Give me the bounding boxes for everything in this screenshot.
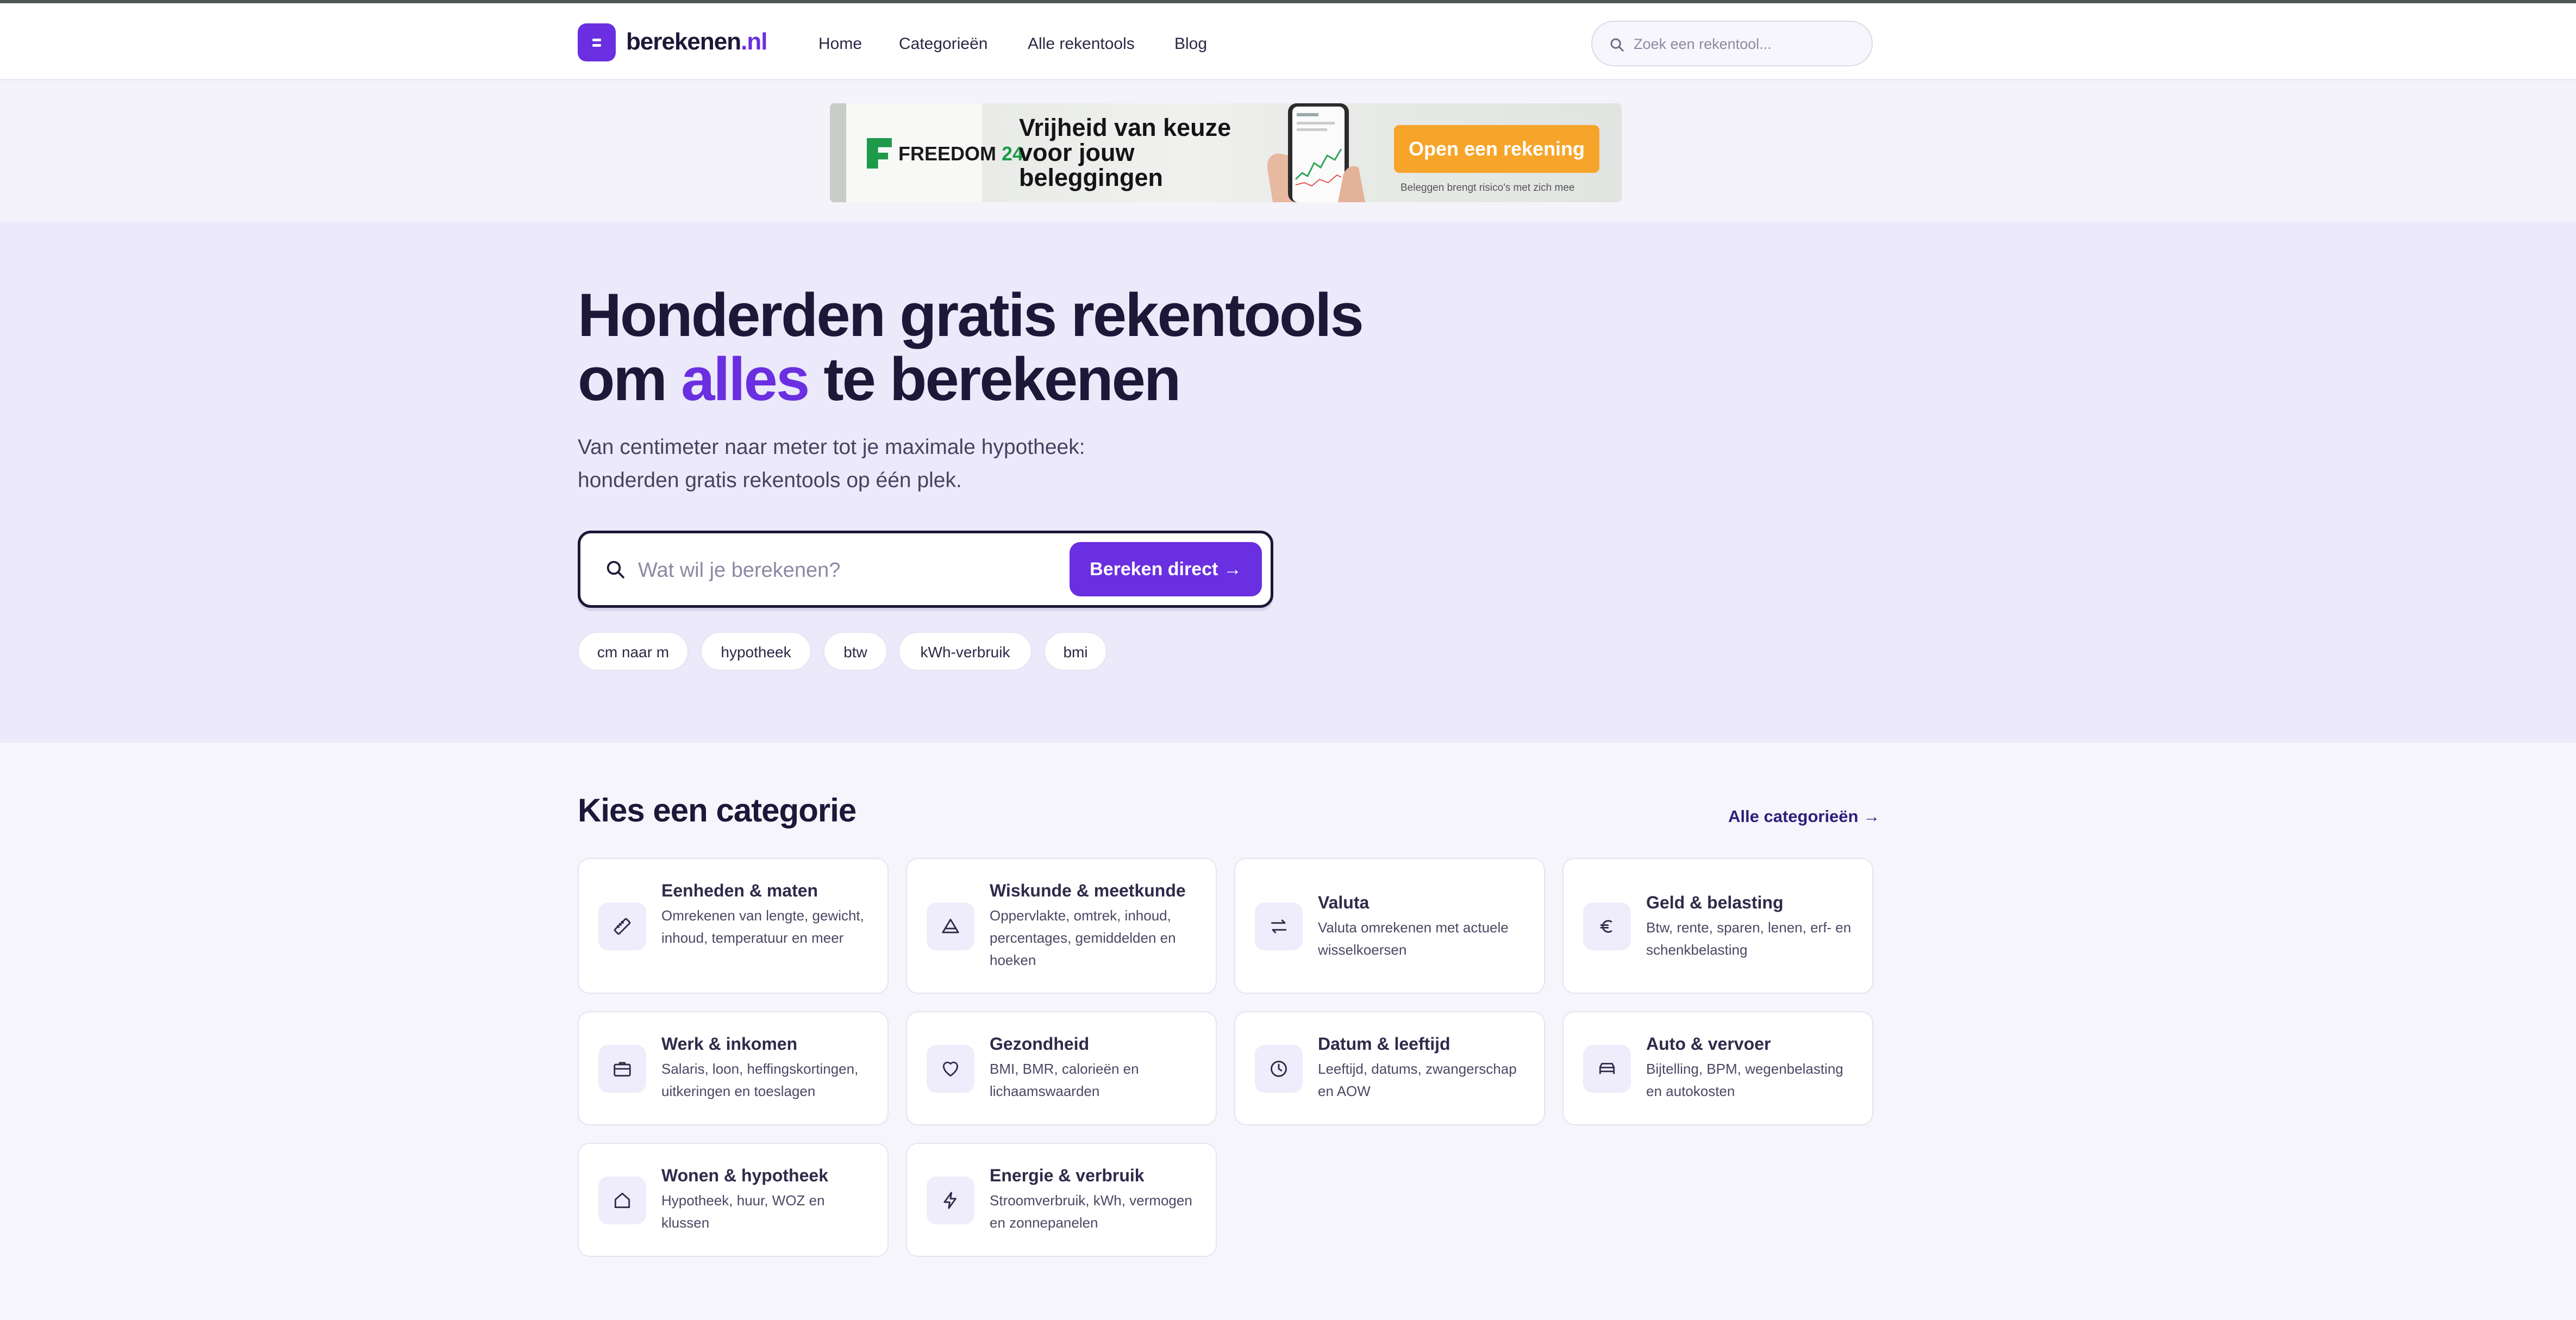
search-icon — [604, 558, 626, 583]
category-desc: Stroomverbruik, kWh, vermogen en zonnepa… — [990, 1192, 1192, 1231]
hero-subtitle-line2: honderden gratis rekentools op één plek. — [578, 469, 962, 492]
triangle-icon — [927, 902, 974, 950]
lightning-icon — [927, 1176, 974, 1224]
categories-title: Kies een categorie — [578, 792, 856, 829]
category-card-health[interactable]: Gezondheid BMI, BMR, calorieën en lichaa… — [906, 1011, 1217, 1125]
ad-brand: FREEDOM 24 — [898, 142, 1023, 165]
logo-icon[interactable] — [578, 23, 616, 61]
category-title: Datum & leeftijd — [1318, 1034, 1450, 1054]
phone-hand-image — [1262, 103, 1371, 202]
clock-icon — [1255, 1045, 1303, 1093]
car-icon — [1583, 1045, 1631, 1093]
hero-search-box: Bereken direct → — [578, 531, 1273, 608]
category-desc: Bijtelling, BPM, wegenbelasting en autok… — [1646, 1061, 1843, 1099]
ad-logo-card: FREEDOM 24 — [846, 103, 1023, 202]
hero-subtitle-line1: Van centimeter naar meter tot je maximal… — [578, 435, 1085, 459]
ad-headline: Vrijheid van keuze voor jouw beleggingen — [1019, 114, 1231, 191]
chip-kwh-verbruik[interactable]: kWh-verbruik — [898, 632, 1032, 671]
ad-cta-button[interactable]: Open een rekening — [1394, 125, 1599, 173]
header-search-input[interactable] — [1634, 32, 1862, 57]
chip-cm-naar-m[interactable]: cm naar m — [578, 632, 689, 671]
category-title: Wonen & hypotheek — [661, 1166, 828, 1185]
ruler-icon — [598, 902, 646, 950]
site-logo[interactable]: berekenen.nl — [626, 28, 767, 55]
site-header: berekenen.nl Home Categorieën Alle reken… — [0, 3, 2576, 80]
category-desc: Valuta omrekenen met actuele wisselkoers… — [1318, 919, 1509, 958]
ad-banner[interactable]: FREEDOM 24 Vrijheid van keuze voor jouw … — [830, 103, 1622, 202]
nav-all-tools[interactable]: Alle rekentools — [1028, 35, 1135, 53]
category-desc: Hypotheek, huur, WOZ en klussen — [661, 1192, 825, 1231]
chip-hypotheek[interactable]: hypotheek — [701, 632, 811, 671]
category-desc: Btw, rente, sparen, lenen, erf- en schen… — [1646, 919, 1852, 958]
hero-title-line2-after: te berekenen — [808, 345, 1181, 413]
logo-tld: .nl — [741, 28, 767, 55]
category-desc: Salaris, loon, heffingskortingen, uitker… — [661, 1061, 859, 1099]
header-search[interactable] — [1591, 21, 1873, 66]
calculate-now-button[interactable]: Bereken direct → — [1070, 542, 1262, 596]
category-title: Eenheden & maten — [661, 881, 818, 900]
ad-brand-name: FREEDOM — [898, 142, 996, 165]
category-card-units[interactable]: Eenheden & maten Omrekenen van lengte, g… — [578, 858, 889, 994]
category-desc: Oppervlakte, omtrek, inhoud, percentages… — [990, 907, 1176, 968]
nav-home[interactable]: Home — [818, 35, 862, 53]
category-title: Energie & verbruik — [990, 1166, 1145, 1185]
category-title: Geld & belasting — [1646, 893, 1784, 912]
category-title: Auto & vervoer — [1646, 1034, 1771, 1054]
ad-band: FREEDOM 24 Vrijheid van keuze voor jouw … — [0, 80, 2576, 222]
hero-search-input[interactable] — [638, 554, 1051, 587]
category-card-math[interactable]: Wiskunde & meetkunde Oppervlakte, omtrek… — [906, 858, 1217, 994]
category-title: Wiskunde & meetkunde — [990, 881, 1186, 900]
hero-title-line2-before: om — [578, 345, 681, 413]
category-card-energy[interactable]: Energie & verbruik Stroomverbruik, kWh, … — [906, 1143, 1217, 1257]
search-icon — [1609, 36, 1625, 55]
hero-subtitle: Van centimeter naar meter tot je maximal… — [578, 431, 1176, 497]
category-desc: BMI, BMR, calorieën en lichaamswaarden — [990, 1061, 1139, 1099]
category-card-car-transport[interactable]: Auto & vervoer Bijtelling, BPM, wegenbel… — [1562, 1011, 1873, 1125]
nav-categories[interactable]: Categorieën — [899, 35, 987, 53]
chip-btw[interactable]: btw — [823, 632, 887, 671]
hero-title-accent: alles — [681, 345, 810, 413]
heart-icon — [927, 1045, 974, 1093]
house-icon — [598, 1176, 646, 1224]
exchange-arrows-icon — [1255, 902, 1303, 950]
hero-title-line1: Honderden gratis rekentools — [578, 281, 1364, 349]
euro-icon — [1583, 902, 1631, 950]
category-card-date-age[interactable]: Datum & leeftijd Leeftijd, datums, zwang… — [1234, 1011, 1545, 1125]
briefcase-icon — [598, 1045, 646, 1093]
chip-bmi[interactable]: bmi — [1044, 632, 1107, 671]
category-card-housing-mortgage[interactable]: Wonen & hypotheek Hypotheek, huur, WOZ e… — [578, 1143, 889, 1257]
freedom24-logo-icon — [867, 138, 892, 169]
all-categories-link[interactable]: Alle categorieën → — [1728, 807, 1880, 826]
category-card-work-income[interactable]: Werk & inkomen Salaris, loon, heffingsko… — [578, 1011, 889, 1125]
logo-name: berekenen — [626, 28, 741, 55]
category-card-currency[interactable]: Valuta Valuta omrekenen met actuele wiss… — [1234, 858, 1545, 994]
ad-disclaimer: Beleggen brengt risico's met zich mee — [1400, 182, 1575, 194]
category-title: Valuta — [1318, 893, 1370, 912]
nav-blog[interactable]: Blog — [1174, 35, 1207, 53]
category-desc: Omrekenen van lengte, gewicht, inhoud, t… — [661, 907, 864, 946]
category-title: Werk & inkomen — [661, 1034, 798, 1054]
hero-title: Honderden gratis rekentools om alles te … — [578, 281, 1364, 413]
hero-section: Honderden gratis rekentools om alles te … — [0, 222, 2576, 743]
category-desc: Leeftijd, datums, zwangerschap en AOW — [1318, 1061, 1517, 1099]
category-card-money-tax[interactable]: Geld & belasting Btw, rente, sparen, len… — [1562, 858, 1873, 994]
category-title: Gezondheid — [990, 1034, 1090, 1054]
